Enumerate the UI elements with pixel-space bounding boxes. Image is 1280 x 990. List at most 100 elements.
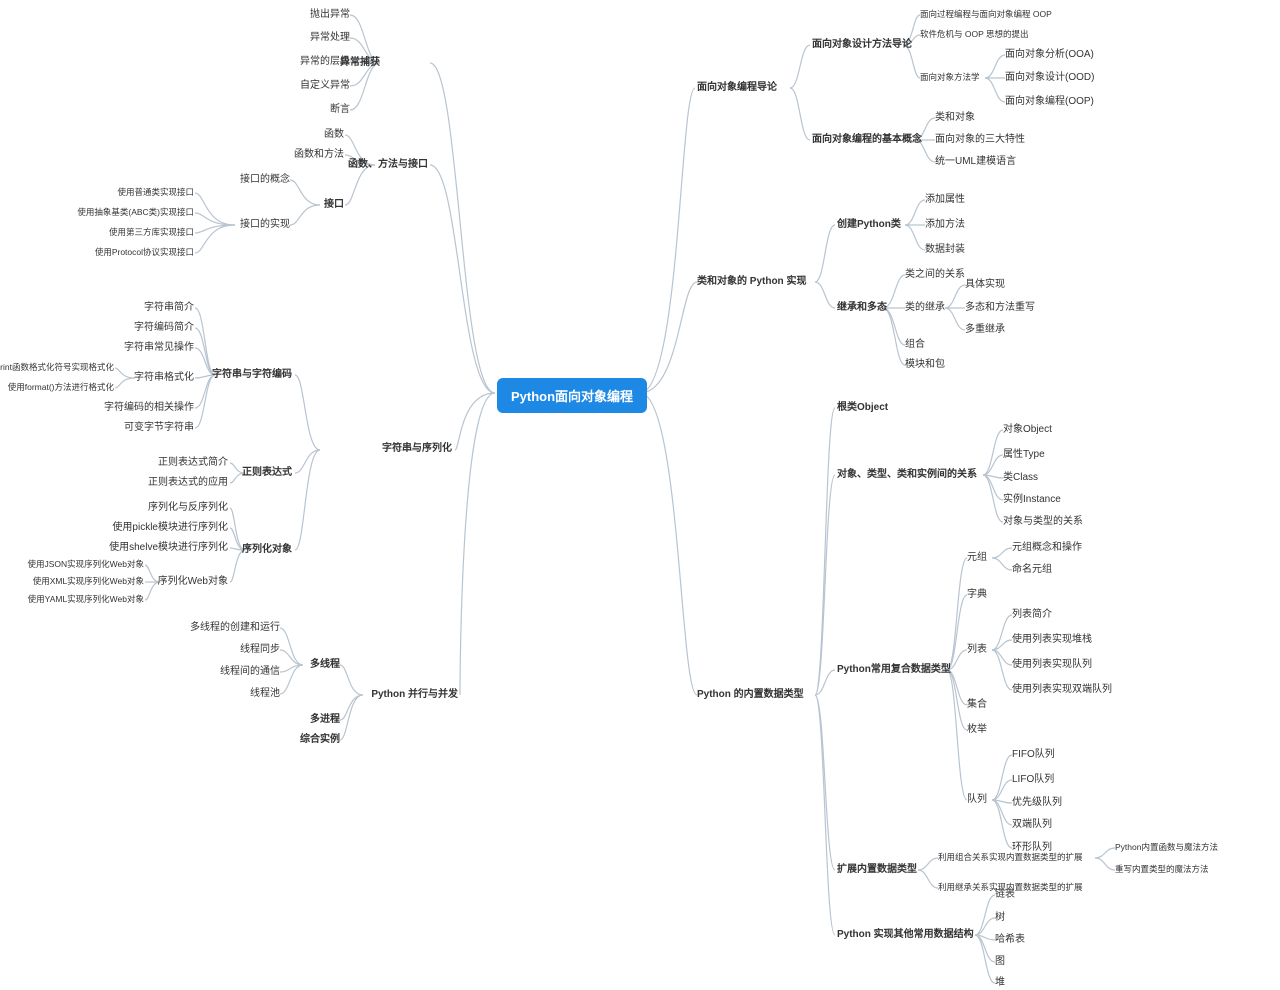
leaf: 接口的概念 — [240, 173, 290, 187]
leaf: 组合 — [905, 338, 925, 352]
leaf: 哈希表 — [995, 933, 1025, 947]
leaf: 使用Print函数格式化符号实现格式化 — [0, 362, 114, 374]
connector-layer — [0, 0, 1280, 987]
leaf: 多态和方法重写 — [965, 301, 1035, 315]
leaf: 类之间的关系 — [905, 268, 965, 282]
leaf: 字符编码简介 — [134, 321, 194, 335]
node-interface[interactable]: 接口 — [324, 198, 344, 212]
branch-builtin[interactable]: Python 的内置数据类型 — [697, 688, 804, 702]
leaf: 多重继承 — [965, 323, 1005, 337]
leaf: 优先级队列 — [1012, 796, 1062, 810]
leaf: 面向对象设计(OOD) — [1005, 71, 1094, 85]
leaf: 树 — [995, 911, 1005, 925]
node-list[interactable]: 列表 — [967, 643, 987, 657]
branch-concurrency[interactable]: Python 并行与并发 — [371, 688, 458, 702]
leaf: 使用XML实现序列化Web对象 — [33, 576, 144, 588]
leaf: 重写内置类型的魔法方法 — [1115, 864, 1209, 876]
leaf: 面向过程编程与面向对象编程 OOP — [920, 9, 1052, 21]
leaf: 字符编码的相关操作 — [104, 401, 194, 415]
leaf: 序列化与反序列化 — [148, 501, 228, 515]
root-node[interactable]: Python面向对象编程 — [497, 378, 647, 413]
node-fmt[interactable]: 字符串格式化 — [134, 371, 194, 385]
leaf: 链表 — [995, 888, 1015, 902]
leaf: 双端队列 — [1012, 818, 1052, 832]
leaf: 对象与类型的关系 — [1003, 515, 1083, 529]
node-serial[interactable]: 序列化对象 — [242, 543, 292, 557]
leaf: 列表简介 — [1012, 608, 1052, 622]
leaf: 使用第三方库实现接口 — [109, 227, 194, 239]
leaf: Python内置函数与魔法方法 — [1115, 842, 1218, 854]
leaf: 命名元组 — [1012, 563, 1052, 577]
leaf: 综合实例 — [300, 733, 340, 747]
leaf: 字典 — [967, 588, 987, 602]
leaf: 面向对象的三大特性 — [935, 133, 1025, 147]
leaf: 正则表达式简介 — [158, 456, 228, 470]
leaf: 字符串简介 — [144, 301, 194, 315]
node-queue[interactable]: 队列 — [967, 793, 987, 807]
node-inherit[interactable]: 继承和多态 — [837, 301, 887, 315]
leaf: 使用普通类实现接口 — [117, 187, 194, 199]
node-interface-impl[interactable]: 接口的实现 — [240, 218, 290, 232]
leaf: 根类Object — [837, 401, 888, 415]
leaf: 添加属性 — [925, 193, 965, 207]
node-obj-rel[interactable]: 对象、类型、类和实例间的关系 — [837, 468, 977, 482]
leaf: 断言 — [330, 103, 350, 117]
leaf: 添加方法 — [925, 218, 965, 232]
leaf: 枚举 — [967, 723, 987, 737]
node-extend-comp[interactable]: 利用组合关系实现内置数据类型的扩展 — [938, 852, 1083, 864]
leaf: 使用抽象基类(ABC类)实现接口 — [77, 207, 194, 219]
node-basic[interactable]: 面向对象编程的基本概念 — [812, 133, 922, 147]
leaf: 使用Protocol协议实现接口 — [95, 247, 194, 259]
branch-intro[interactable]: 面向对象编程导论 — [697, 81, 777, 95]
leaf: 使用shelve模块进行序列化 — [109, 541, 228, 555]
leaf: 线程同步 — [240, 643, 280, 657]
leaf: 实例Instance — [1003, 493, 1061, 507]
leaf: 多线程的创建和运行 — [190, 621, 280, 635]
leaf: 模块和包 — [905, 358, 945, 372]
leaf: 面向对象编程(OOP) — [1005, 95, 1094, 109]
node-extend[interactable]: 扩展内置数据类型 — [837, 863, 917, 877]
leaf: 元组概念和操作 — [1012, 541, 1082, 555]
node-other-ds[interactable]: Python 实现其他常用数据结构 — [837, 928, 974, 942]
leaf: 图 — [995, 955, 1005, 969]
leaf: 软件危机与 OOP 思想的提出 — [920, 29, 1028, 41]
leaf: 属性Type — [1003, 448, 1045, 462]
branch-function[interactable]: 函数、方法与接口 — [348, 158, 428, 172]
node-tuple[interactable]: 元组 — [967, 551, 987, 565]
leaf: 使用列表实现双端队列 — [1012, 683, 1112, 697]
leaf: 数据封装 — [925, 243, 965, 257]
node-charenc[interactable]: 字符串与字符编码 — [212, 368, 292, 382]
leaf: 类和对象 — [935, 111, 975, 125]
leaf: 线程间的通信 — [220, 665, 280, 679]
node-thread[interactable]: 多线程 — [310, 658, 340, 672]
node-compound[interactable]: Python常用复合数据类型 — [837, 663, 951, 677]
leaf: 函数 — [324, 128, 344, 142]
leaf: 异常处理 — [310, 31, 350, 45]
leaf: 多进程 — [310, 713, 340, 727]
leaf: 自定义异常 — [300, 79, 350, 93]
leaf: LIFO队列 — [1012, 773, 1054, 787]
node-create[interactable]: 创建Python类 — [837, 218, 901, 232]
branch-string[interactable]: 字符串与序列化 — [382, 442, 452, 456]
node-design[interactable]: 面向对象设计方法导论 — [812, 38, 912, 52]
node-methods[interactable]: 面向对象方法学 — [920, 72, 980, 84]
leaf: 可变字节字符串 — [124, 421, 194, 435]
leaf: 抛出异常 — [310, 8, 350, 22]
branch-class-impl[interactable]: 类和对象的 Python 实现 — [697, 275, 806, 289]
leaf: FIFO队列 — [1012, 748, 1055, 762]
leaf: 函数和方法 — [294, 148, 344, 162]
leaf: 对象Object — [1003, 423, 1052, 437]
leaf: 类Class — [1003, 471, 1038, 485]
leaf: 异常的层级 — [300, 55, 350, 69]
leaf: 使用format()方法进行格式化 — [8, 382, 114, 394]
leaf: 使用JSON实现序列化Web对象 — [28, 559, 145, 571]
leaf: 集合 — [967, 698, 987, 712]
leaf: 使用pickle模块进行序列化 — [112, 521, 228, 535]
leaf: 使用YAML实现序列化Web对象 — [28, 594, 144, 606]
node-class-inherit[interactable]: 类的继承 — [905, 301, 945, 315]
node-regex[interactable]: 正则表达式 — [242, 466, 292, 480]
leaf: 堆 — [995, 976, 1005, 990]
leaf: 面向对象分析(OOA) — [1005, 48, 1094, 62]
leaf: 字符串常见操作 — [124, 341, 194, 355]
node-serial-web[interactable]: 序列化Web对象 — [158, 575, 228, 589]
